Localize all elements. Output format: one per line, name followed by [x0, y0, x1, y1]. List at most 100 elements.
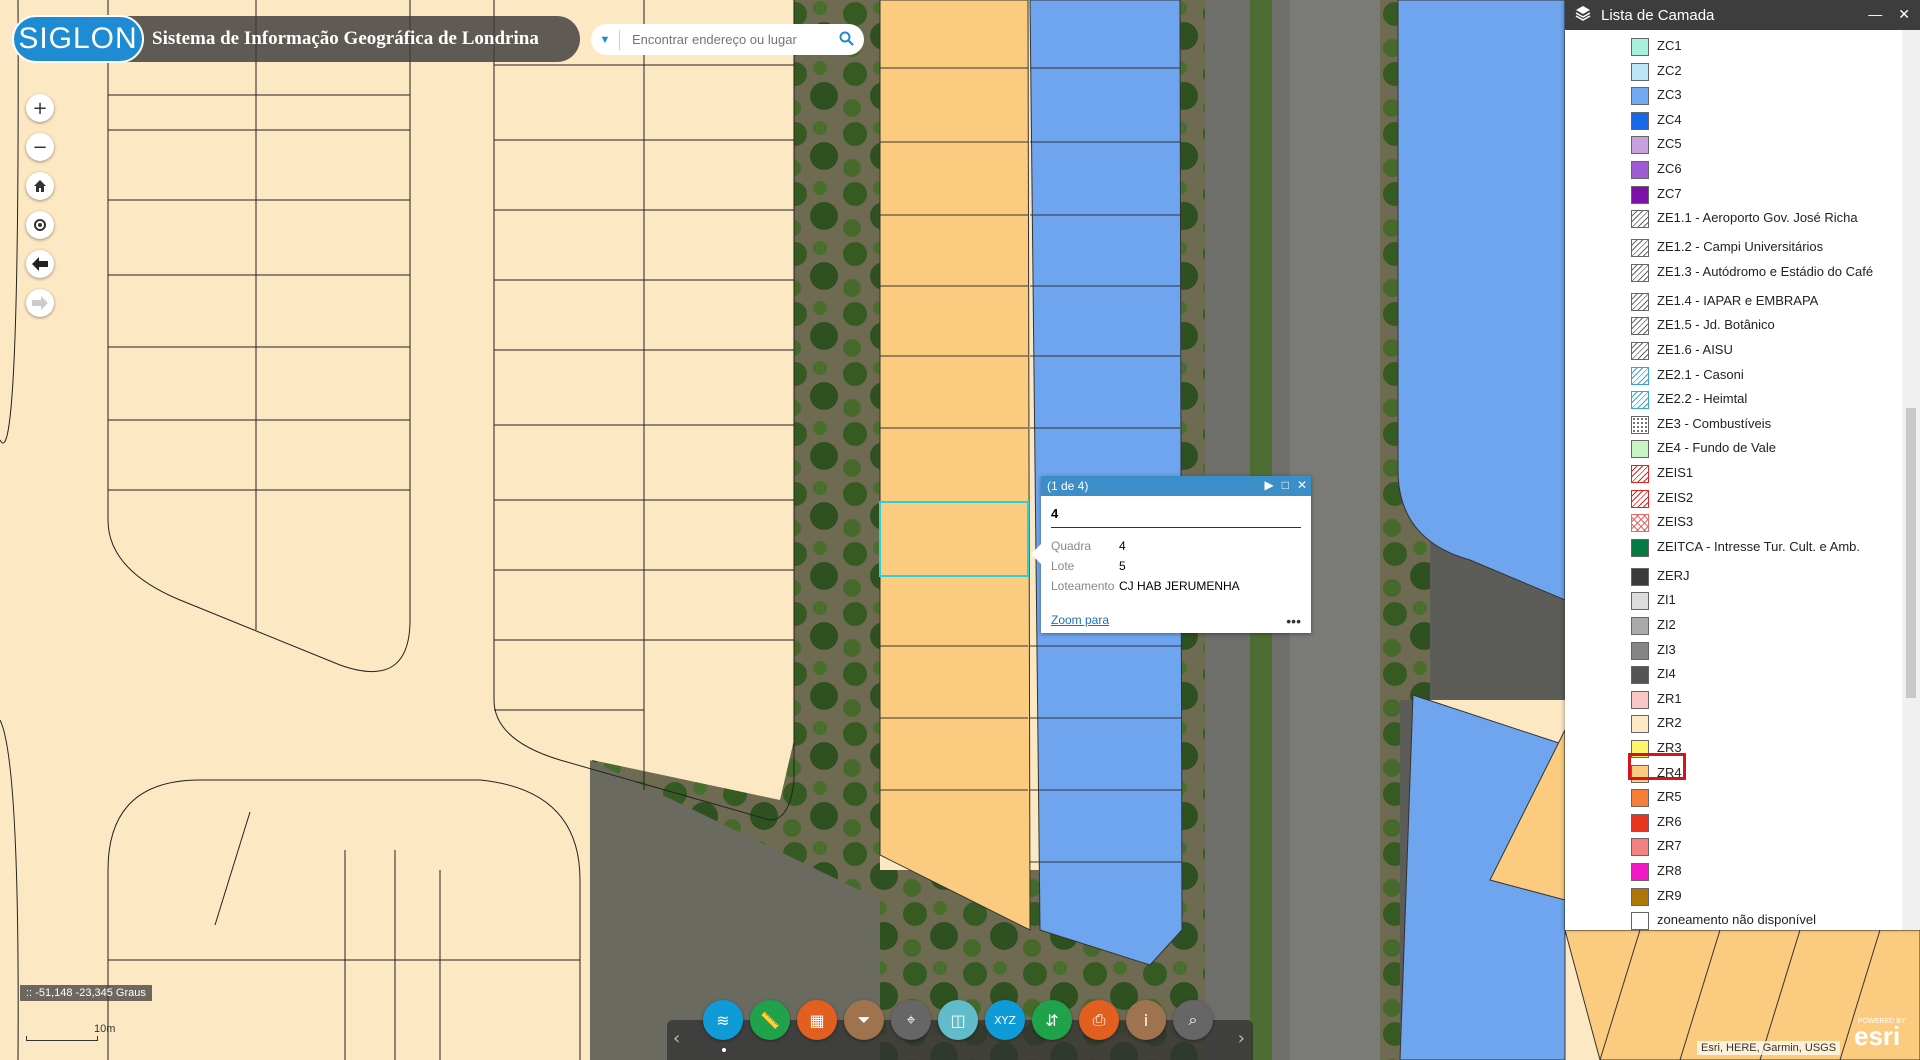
- swipe-tool[interactable]: ◫: [938, 1000, 978, 1040]
- layer-legend-item[interactable]: ZEIS2: [1631, 489, 1693, 508]
- share-icon: ⇵: [1045, 1010, 1059, 1030]
- layer-legend-item[interactable]: ZEIS1: [1631, 465, 1693, 483]
- legend-label: ZC2: [1657, 62, 1682, 78]
- locate-button[interactable]: [26, 211, 54, 239]
- feature-popup: (1 de 4) ▶ □ ✕ 4 Quadra 4 Lote 5 Loteament…: [1031, 476, 1311, 633]
- layer-legend-item[interactable]: ZE2.1 - Casoni: [1631, 366, 1744, 385]
- layer-legend-item[interactable]: ZE1.2 - Campi Universitários: [1631, 239, 1823, 258]
- home-button[interactable]: [26, 172, 54, 200]
- layer-legend-item[interactable]: ZR6: [1631, 813, 1682, 832]
- search-source-dropdown[interactable]: ▼: [591, 34, 619, 46]
- layer-legend-item[interactable]: ZE1.6 - AISU: [1631, 342, 1733, 360]
- legend-label: ZE1.6 - AISU: [1657, 342, 1733, 357]
- legend-swatch: [1631, 87, 1649, 106]
- legend-swatch: [1631, 62, 1649, 81]
- layer-legend-item[interactable]: ZEIS3: [1631, 514, 1693, 533]
- close-panel-icon[interactable]: ✕: [1898, 6, 1910, 23]
- layer-legend-item[interactable]: ZERJ: [1631, 567, 1690, 586]
- layer-legend-item[interactable]: ZE2.2 - Heimtal: [1631, 391, 1747, 410]
- legend-label: ZR2: [1657, 715, 1682, 731]
- query-tool[interactable]: ⌕: [1173, 1000, 1213, 1040]
- layer-legend-item[interactable]: ZC7: [1631, 185, 1682, 204]
- next-feature-icon[interactable]: ▶: [1264, 478, 1273, 492]
- layer-legend-item[interactable]: ZI2: [1631, 617, 1676, 635]
- field-value: 4: [1119, 539, 1126, 553]
- legend-swatch: [1631, 887, 1649, 906]
- zoom-to-link[interactable]: Zoom para: [1051, 613, 1109, 627]
- app-title: Sistema de Informação Geográfica de Lond…: [152, 28, 539, 49]
- legend-label: ZC5: [1657, 136, 1682, 152]
- zoom-in-button[interactable]: +: [26, 94, 54, 122]
- scrollbar[interactable]: [1902, 30, 1920, 930]
- legend-swatch: [1631, 666, 1649, 685]
- info-tool[interactable]: i: [1126, 1000, 1166, 1040]
- layer-legend-item[interactable]: zoneamento não disponível: [1631, 912, 1816, 930]
- toolbar-prev-arrow[interactable]: ‹: [673, 1028, 680, 1049]
- legend-swatch: [1631, 161, 1649, 179]
- measure-tool[interactable]: 📏: [750, 1000, 790, 1040]
- minimize-icon[interactable]: —: [1868, 6, 1882, 23]
- layer-legend-item[interactable]: ZR8: [1631, 863, 1682, 881]
- close-icon[interactable]: ✕: [1297, 478, 1307, 492]
- share-tool[interactable]: ⇵: [1032, 1000, 1072, 1040]
- layer-legend-item[interactable]: ZR1: [1631, 690, 1682, 709]
- toolbar-next-arrow[interactable]: ›: [1238, 1028, 1245, 1049]
- layer-legend-item[interactable]: ZR2: [1631, 715, 1682, 734]
- layer-legend-item[interactable]: ZC1: [1631, 38, 1682, 56]
- table-row: Quadra 4: [1049, 536, 1242, 556]
- popup-attributes: Quadra 4 Lote 5 Loteamento CJ HAB JERUMENHA: [1049, 536, 1242, 596]
- layer-legend-item[interactable]: ZC3: [1631, 87, 1682, 106]
- layers-tool[interactable]: ≋: [703, 1000, 743, 1040]
- layer-legend-item[interactable]: ZR9: [1631, 887, 1682, 906]
- legend-label: ZR6: [1657, 813, 1682, 829]
- legend-label: ZE2.1 - Casoni: [1657, 366, 1744, 382]
- bottom-toolbar: ‹ › ≋ 📏 ▦ ⏷ ⌖ ◫ XYZ ⇵ ⎙ i ⌕: [667, 1000, 1253, 1060]
- siglon-logo[interactable]: SIGLON: [12, 15, 144, 63]
- field-key: Quadra: [1051, 539, 1092, 553]
- xyz-tool[interactable]: XYZ: [985, 1000, 1025, 1040]
- search-icon[interactable]: [839, 31, 854, 51]
- layer-legend-item[interactable]: ZR5: [1631, 789, 1682, 808]
- layer-legend-item[interactable]: ZR7: [1631, 838, 1682, 857]
- layer-legend-item[interactable]: ZE1.1 - Aeroporto Gov. José Richa: [1631, 210, 1858, 229]
- more-options-icon[interactable]: •••: [1286, 613, 1301, 629]
- scale-line: [26, 1036, 98, 1041]
- layer-legend-item[interactable]: ZI3: [1631, 641, 1676, 660]
- layer-legend-item[interactable]: ZE1.3 - Autódromo e Estádio do Café: [1631, 263, 1873, 282]
- legend-label: ZI1: [1657, 592, 1676, 608]
- map-attribution: Esri, HERE, Garmin, USGS: [1697, 1041, 1841, 1055]
- filter-tool[interactable]: ⏷: [844, 1000, 884, 1040]
- legend-swatch: [1631, 715, 1649, 734]
- legend-swatch: [1631, 641, 1649, 660]
- legend-swatch: [1631, 391, 1649, 410]
- forward-button[interactable]: [26, 289, 54, 317]
- layer-legend-item[interactable]: ZI1: [1631, 592, 1676, 611]
- search-input[interactable]: [620, 31, 834, 48]
- legend-label: ZI2: [1657, 617, 1676, 632]
- layer-legend-item[interactable]: ZI4: [1631, 666, 1676, 685]
- layer-list-panel: Lista de Camada — ✕ ZC1 ZC2 ZC3 ZC4 ZC5 ZC6 ZC…: [1565, 0, 1920, 930]
- zoom-out-button[interactable]: −: [26, 133, 54, 161]
- layer-legend-item[interactable]: ZC2: [1631, 62, 1682, 81]
- maximize-icon[interactable]: □: [1282, 478, 1289, 492]
- back-button[interactable]: [26, 250, 54, 278]
- basemap-tool[interactable]: ▦: [797, 1000, 837, 1040]
- legend-swatch: [1631, 185, 1649, 204]
- legend-swatch: [1631, 813, 1649, 832]
- layer-legend-item[interactable]: ZE1.4 - IAPAR e EMBRAPA: [1631, 292, 1818, 311]
- layer-legend-item[interactable]: ZEITCA - Intresse Tur. Cult. e Amb.: [1631, 538, 1860, 557]
- layer-legend-item[interactable]: ZE1.5 - Jd. Botânico: [1631, 317, 1775, 336]
- layer-legend-item[interactable]: ZC4: [1631, 111, 1682, 130]
- legend-swatch: [1631, 789, 1649, 808]
- legend-swatch: [1631, 415, 1649, 434]
- layer-legend-item[interactable]: ZC6: [1631, 161, 1682, 179]
- layer-legend-item[interactable]: ZC5: [1631, 136, 1682, 155]
- location-tool[interactable]: ⌖: [891, 1000, 931, 1040]
- location-icon: ⌖: [906, 1010, 916, 1029]
- layer-legend-item[interactable]: ZE3 - Combustíveis: [1631, 415, 1771, 434]
- scrollbar-thumb[interactable]: [1906, 408, 1916, 698]
- print-tool[interactable]: ⎙: [1079, 1000, 1119, 1040]
- legend-label: ZC4: [1657, 111, 1682, 127]
- layer-legend-item[interactable]: ZE4 - Fundo de Vale: [1631, 440, 1776, 459]
- locate-icon: [34, 219, 46, 231]
